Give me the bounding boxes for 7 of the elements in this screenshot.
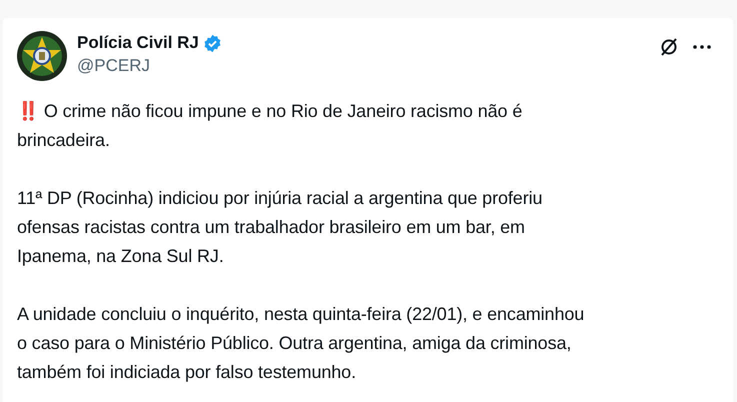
account-handle: @PCERJ <box>77 56 151 76</box>
post-paragraph: 11ª DP (Rocinha) indiciou por injúria racial a argentina que proferiu ofensas racistas contra um trabalhador brasileiro em um bar, em Ipanema, na Zona Sul RJ. <box>17 187 544 268</box>
badge-logo-icon <box>17 31 67 81</box>
post-paragraph: ‼ O crime não ficou impune e no Rio de Janeiro racismo não é brincadeira. <box>17 100 524 152</box>
account-name: Polícia Civil RJ <box>77 33 199 53</box>
post-paragraph: A unidade concluiu o inquérito, nesta quinta-feira (22/01), e encaminhou o caso para o Ministério Público. Outra argentina, amiga da criminosa, também foi indiciada por falso testemunho. <box>17 303 586 384</box>
more-options-icon[interactable] <box>693 45 711 49</box>
